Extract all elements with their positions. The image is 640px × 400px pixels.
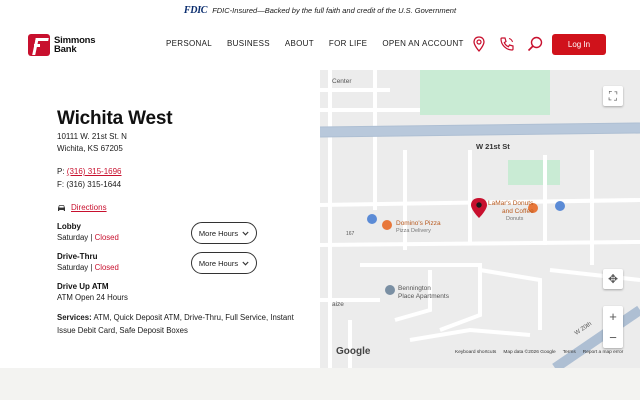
fullscreen-icon[interactable]: ⛶ (603, 86, 623, 106)
contact-numbers: P: (316) 315-1696 F: (316) 315-1644 (57, 165, 307, 191)
services-label: Services: (57, 313, 92, 322)
map-attribution: Keyboard shortcuts Map data ©2026 Google… (455, 350, 623, 355)
car-icon (58, 204, 65, 211)
footer-band (0, 368, 640, 400)
map-canvas[interactable] (320, 70, 640, 368)
fdic-logo: FDIC (183, 4, 208, 16)
map-label-bennington-2: Place Apartments (398, 293, 449, 300)
hours-line: ATM Open 24 Hours (57, 293, 128, 302)
main-nav: PERSONAL BUSINESS ABOUT FOR LIFE OPEN AN… (166, 39, 479, 48)
services-text: ATM, Quick Deposit ATM, Drive-Thru, Full… (57, 313, 294, 335)
logo-mark-icon (28, 34, 50, 56)
nav-for-life[interactable]: FOR LIFE (329, 39, 367, 48)
hours-lobby: Lobby Saturday | Closed More Hours (57, 221, 307, 244)
map-data-text: Map data ©2026 Google (503, 350, 556, 355)
report-error-link[interactable]: Report a map error (583, 350, 624, 355)
fdic-text: FDIC-Insured—Backed by the full faith an… (212, 5, 457, 15)
page-title: Wichita West (57, 108, 173, 129)
hours-name: Drive Up ATM (57, 282, 109, 291)
address-line1: 10111 W. 21st St. N (57, 132, 127, 141)
nav-personal[interactable]: PERSONAL (166, 39, 212, 48)
zoom-in-button[interactable]: + (603, 306, 623, 327)
zoom-out-button[interactable]: − (603, 327, 623, 348)
map-label-lamars: LaMar's Donuts (488, 200, 534, 207)
keyboard-shortcuts-link[interactable]: Keyboard shortcuts (455, 350, 496, 355)
more-hours-button[interactable]: More Hours (191, 222, 257, 244)
fdic-banner: FDIC FDIC-Insured—Backed by the full fai… (0, 0, 640, 20)
location-pin-icon[interactable] (470, 35, 488, 53)
nav-business[interactable]: BUSINESS (227, 39, 270, 48)
simmons-bank-logo[interactable]: Simmons Bank (28, 34, 96, 56)
services-list: Services: ATM, Quick Deposit ATM, Drive-… (57, 311, 297, 337)
nav-open-account[interactable]: OPEN AN ACCOUNT (382, 39, 463, 48)
hours-name: Lobby (57, 222, 81, 231)
nav-about[interactable]: ABOUT (285, 39, 314, 48)
hours-drive-up-atm: Drive Up ATM ATM Open 24 Hours (57, 281, 307, 303)
status-closed: Closed (94, 233, 119, 242)
logo-text-line2: Bank (54, 44, 77, 55)
branch-address: 10111 W. 21st St. N Wichita, KS 67205 (57, 131, 307, 154)
map-label-street: W 21st St (476, 142, 510, 151)
phone-link[interactable]: (316) 315-1696 (67, 167, 122, 176)
more-hours-button[interactable]: More Hours (191, 252, 257, 274)
fax-prefix: F: (57, 180, 65, 189)
header-icons (470, 35, 544, 53)
search-icon[interactable] (526, 35, 544, 53)
map-label-dominos-sub: Pizza Delivery (396, 228, 431, 234)
chevron-down-icon (242, 231, 249, 236)
map-label-lamars-2: and Coffee (502, 208, 534, 215)
map-label-aize: aize (332, 301, 344, 308)
map-label-center: Center (332, 78, 352, 85)
map-label-dominos: Domino's Pizza (396, 220, 441, 227)
fax-number: (316) 315-1644 (66, 180, 122, 189)
hours-day: Saturday (57, 263, 89, 272)
map-label-lamars-sub: Donuts (506, 216, 524, 222)
directions-label: Directions (71, 203, 107, 212)
hours-day: Saturday (57, 233, 89, 242)
hours-name: Drive-Thru (57, 252, 98, 261)
map-label-bennington: Bennington (398, 285, 431, 292)
site-header: Simmons Bank PERSONAL BUSINESS ABOUT FOR… (0, 22, 640, 68)
phone-prefix: P: (57, 167, 65, 176)
directions-link[interactable]: Directions (57, 203, 307, 212)
branch-map[interactable]: Center W 21st St Domino's Pizza Pizza De… (320, 70, 640, 368)
more-hours-label: More Hours (198, 258, 239, 268)
address-line2: Wichita, KS 67205 (57, 143, 123, 153)
login-button[interactable]: Log In (552, 34, 606, 55)
status-closed: Closed (94, 263, 119, 272)
chevron-down-icon (242, 261, 249, 266)
branch-info: Wichita West 10111 W. 21st St. N Wichita… (57, 108, 307, 335)
map-label-number: 167 (346, 231, 355, 237)
zoom-controls: + − (603, 306, 623, 348)
phone-icon[interactable] (498, 35, 516, 53)
more-hours-label: More Hours (198, 228, 239, 238)
camera-control-icon[interactable]: ✥ (603, 269, 623, 289)
terms-link[interactable]: Terms (563, 350, 576, 355)
google-logo: Google (336, 346, 371, 357)
hours-drive-thru: Drive-Thru Saturday | Closed More Hours (57, 251, 307, 274)
